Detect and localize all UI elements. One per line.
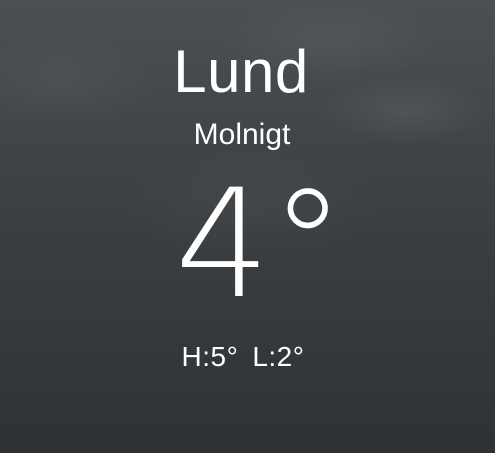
high-low-temperatures: H:5° L:2° — [0, 339, 486, 375]
current-temperature: 4° — [174, 158, 346, 332]
low-temperature: L:2° — [252, 341, 305, 372]
high-temperature: H:5° — [181, 341, 239, 372]
weather-header: Lund Molnigt 4° H:5° L:2° — [0, 0, 495, 453]
weather-condition: Molnigt — [193, 118, 291, 151]
city-name: Lund — [173, 38, 309, 105]
